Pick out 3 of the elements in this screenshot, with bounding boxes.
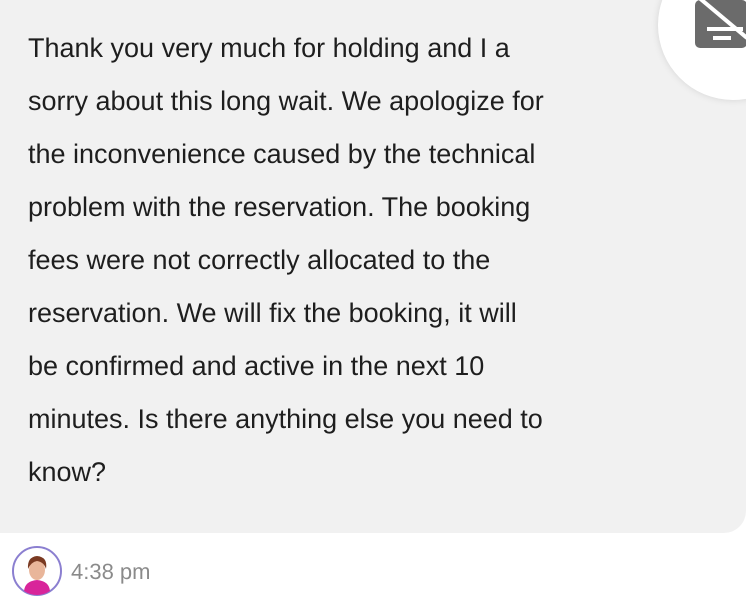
message-time: 4:38 pm: [71, 558, 150, 586]
message-text: Thank you very much for holding and I a sorry about this long wait. We apologize for the inconvenience caused by the technical problem with the reservation. The booking fees were not correctly allocated to the reservation. We will fix the booking, it will be confirmed and active in the next 10 minutes. Is there anything else you need to know?: [28, 32, 544, 489]
captions-off-icon: [695, 0, 746, 50]
